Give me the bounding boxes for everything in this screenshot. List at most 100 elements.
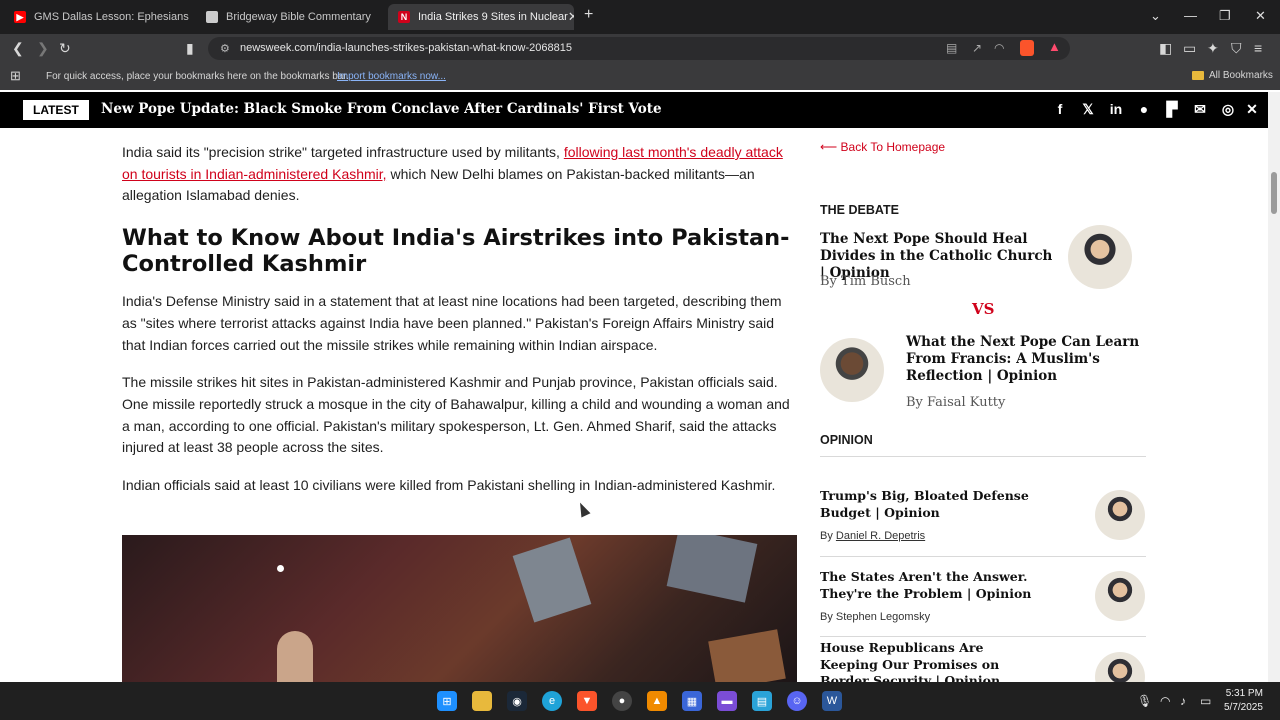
whatsapp-icon[interactable]: ◎ [1219, 101, 1237, 118]
word-icon[interactable]: W [822, 691, 842, 711]
scrollbar-thumb[interactable] [1271, 172, 1277, 214]
tab-label: GMS Dallas Lesson: Ephesians Chap [34, 11, 190, 23]
article-paragraph: Indian officials said at least 10 civili… [122, 477, 776, 494]
debate-article-1-author[interactable]: By Tim Busch [820, 274, 911, 289]
wifi-icon[interactable]: ◠ [1160, 694, 1170, 708]
x-icon[interactable]: 𝕏 [1079, 101, 1097, 118]
reddit-icon[interactable]: ● [1135, 101, 1153, 117]
paragraph-text: India said its "precision strike" target… [122, 144, 564, 160]
site-settings-icon[interactable]: ⚙ [220, 42, 230, 55]
reload-icon[interactable]: ↻ [59, 40, 71, 57]
close-icon[interactable]: ✕ [1243, 101, 1261, 118]
wallet-icon[interactable]: ▭ [1183, 40, 1196, 57]
apps-grid-icon[interactable]: ⊞ [10, 68, 21, 84]
avatar [1095, 652, 1145, 682]
back-arrow-icon[interactable]: ❮ [12, 40, 24, 57]
tab-gms-dallas[interactable]: ▶ GMS Dallas Lesson: Ephesians Chap [4, 4, 190, 30]
latest-news-ticker: LATEST New Pope Update: Black Smoke From… [0, 92, 1268, 128]
clock-time: 5:31 PM [1225, 688, 1263, 699]
import-bookmarks-link[interactable]: Import bookmarks now... [337, 71, 446, 82]
versus-label: VS [972, 300, 995, 318]
sidebar: ⟵ Back To Homepage THE DEBATE The Next P… [820, 128, 1146, 682]
vpn-icon[interactable]: ⛉ [1231, 40, 1242, 57]
book-icon [206, 11, 218, 23]
forward-arrow-icon[interactable]: ❯ [37, 40, 49, 57]
opinion-title[interactable]: The States Aren't the Answer. They're th… [820, 569, 1040, 602]
discord-icon[interactable]: ☺ [787, 691, 807, 711]
opinion-byline: By Stephen Legomsky [820, 611, 931, 623]
volume-icon[interactable]: ♪ [1180, 694, 1186, 708]
file-explorer-icon[interactable] [472, 691, 492, 711]
system-clock[interactable]: 5:31 PM 5/7/2025 [1224, 687, 1263, 715]
flipboard-icon[interactable]: ▛ [1163, 101, 1181, 118]
avatar [820, 338, 884, 402]
bookmark-icon[interactable]: ▮ [186, 40, 194, 57]
new-tab-button[interactable]: + [584, 6, 593, 24]
steam-icon[interactable]: ◉ [507, 691, 527, 711]
clock-date: 5/7/2025 [1224, 702, 1263, 713]
youtube-icon: ▶ [14, 11, 26, 23]
tab-newsweek[interactable]: N India Strikes 9 Sites in Nuclear ✕ [388, 4, 574, 30]
light-spot [277, 565, 284, 572]
brave-icon[interactable]: ▼ [577, 691, 597, 711]
store-icon[interactable]: ▦ [682, 691, 702, 711]
microphone-icon[interactable]: 🎙 [1137, 694, 1152, 708]
opinion-label: OPINION [820, 433, 873, 447]
tab-close-icon[interactable]: ✕ [568, 9, 574, 25]
latest-badge: LATEST [23, 100, 89, 120]
rss-icon[interactable]: ◠ [994, 41, 1004, 55]
menu-icon[interactable]: ≡ [1254, 40, 1262, 56]
byline-prefix: By [820, 530, 836, 542]
debate-article-2-author[interactable]: By Faisal Kutty [906, 395, 1005, 410]
article-paragraph: India's Defense Ministry said in a state… [122, 293, 782, 353]
all-bookmarks-label: All Bookmarks [1209, 70, 1273, 81]
tab-list-chevron-icon[interactable]: ⌄ [1150, 8, 1161, 24]
person-figure [277, 631, 313, 682]
brave-shields-icon[interactable] [1020, 40, 1034, 56]
latest-headline-link[interactable]: New Pope Update: Black Smoke From Concla… [101, 101, 662, 117]
start-windows-icon[interactable]: ⊞ [437, 691, 457, 711]
article-photo [122, 535, 797, 682]
share-icon[interactable]: ↗ [972, 41, 982, 55]
address-bar-row: ❮ ❯ ↻ ▮ ⚙ newsweek.com/india-launches-st… [0, 34, 1280, 62]
tab-label: Bridgeway Bible Commentary [226, 11, 371, 23]
sidebar-icon[interactable]: ◧ [1159, 40, 1172, 57]
opinion-item[interactable]: Trump's Big, Bloated Defense Budget | Op… [820, 488, 1146, 552]
tab-label: India Strikes 9 Sites in Nuclear [418, 11, 568, 23]
folder-icon [1192, 71, 1204, 80]
minimize-icon[interactable]: — [1184, 8, 1197, 23]
window-close-icon[interactable]: ✕ [1255, 8, 1266, 24]
edge-icon[interactable]: e [542, 691, 562, 711]
url-field[interactable]: ⚙ newsweek.com/india-launches-strikes-pa… [208, 37, 1070, 60]
debate-label: THE DEBATE [820, 203, 899, 217]
bookmarks-bar: ⊞ For quick access, place your bookmarks… [0, 62, 1280, 90]
battery-icon[interactable]: ▭ [1200, 694, 1211, 708]
page-content: India said its "precision strike" target… [0, 128, 1268, 682]
linkedin-icon[interactable]: in [1107, 101, 1125, 117]
divider [820, 636, 1146, 637]
opinion-item[interactable]: House Republicans Are Keeping Our Promis… [820, 640, 1146, 682]
avatar [1095, 490, 1145, 540]
vlc-icon[interactable]: ▲ [647, 691, 667, 711]
notepad-icon[interactable]: ▤ [752, 691, 772, 711]
article-body: India said its "precision strike" target… [122, 142, 798, 513]
reader-mode-icon[interactable]: ▤ [946, 41, 957, 55]
tab-bridgeway[interactable]: Bridgeway Bible Commentary [196, 4, 382, 30]
url-text: newsweek.com/india-launches-strikes-paki… [240, 42, 572, 54]
opinion-title[interactable]: Trump's Big, Bloated Defense Budget | Op… [820, 488, 1040, 521]
facebook-icon[interactable]: f [1051, 101, 1069, 117]
obs-icon[interactable]: ● [612, 691, 632, 711]
brave-rewards-icon[interactable]: ▲ [1048, 39, 1061, 54]
clipchamp-icon[interactable]: ▬ [717, 691, 737, 711]
maximize-icon[interactable]: ❐ [1219, 8, 1231, 24]
leo-ai-icon[interactable]: ✦ [1207, 40, 1219, 57]
page-scrollbar[interactable] [1268, 92, 1280, 682]
opinion-item[interactable]: The States Aren't the Answer. They're th… [820, 569, 1146, 633]
all-bookmarks-button[interactable]: All Bookmarks [1192, 70, 1273, 81]
opinion-title[interactable]: House Republicans Are Keeping Our Promis… [820, 640, 1040, 682]
author-link[interactable]: Daniel R. Depetris [836, 530, 925, 542]
article-paragraph: The missile strikes hit sites in Pakista… [122, 374, 790, 456]
debate-article-2-title[interactable]: What the Next Pope Can Learn From Franci… [906, 334, 1141, 385]
email-icon[interactable]: ✉ [1191, 101, 1209, 118]
back-to-homepage-link[interactable]: ⟵ Back To Homepage [820, 140, 945, 154]
